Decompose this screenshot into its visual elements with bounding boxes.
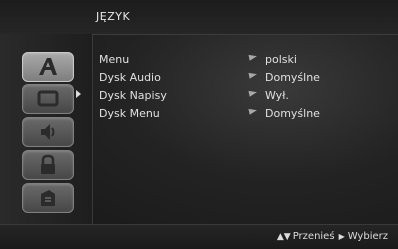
other-icon (41, 190, 55, 206)
pointer-arrow-icon (248, 53, 258, 61)
option-row-disc-audio[interactable]: Dysk Audio Domyślne (93, 68, 398, 86)
help-text: ▲▼ Przenieś ▶ Wybierz (277, 231, 388, 242)
option-row-disc-subtitles[interactable]: Dysk Napisy Wył. (93, 86, 398, 104)
help-bar: ▲▼ Przenieś ▶ Wybierz (0, 224, 398, 249)
up-down-icon: ▲▼ (276, 232, 291, 242)
option-label: Dysk Menu (99, 107, 160, 120)
option-value: Wył. (265, 89, 289, 102)
move-label: Przenieś (292, 231, 335, 242)
audio-icon (41, 124, 55, 140)
pointer-arrow-icon (248, 89, 258, 97)
title-bar: JĘZYK (0, 0, 398, 35)
tab-audio[interactable] (22, 117, 74, 147)
option-value: Domyślne (265, 107, 320, 120)
pointer-arrow-icon (248, 107, 258, 115)
tab-lock[interactable] (22, 150, 74, 180)
language-icon (39, 58, 57, 75)
category-rail (0, 34, 93, 224)
tab-language[interactable] (22, 52, 74, 82)
option-label: Menu (99, 53, 130, 66)
option-label: Dysk Audio (99, 71, 161, 84)
option-row-menu[interactable]: Menu polski (93, 50, 398, 68)
select-label: Wybierz (347, 231, 388, 242)
option-value: Domyślne (265, 71, 320, 84)
tab-other[interactable] (22, 183, 74, 213)
dvd-setup-screen: JĘZYK Menu polski Dysk Audio Domyślne Dy… (0, 0, 398, 249)
options-panel: Menu polski Dysk Audio Domyślne Dysk Nap… (93, 34, 398, 224)
display-icon (37, 90, 59, 107)
pointer-arrow-icon (248, 71, 258, 79)
page-title: JĘZYK (96, 10, 131, 23)
option-value: polski (265, 53, 297, 66)
option-row-disc-menu[interactable]: Dysk Menu Domyślne (93, 104, 398, 122)
tab-display[interactable] (22, 84, 74, 114)
active-tab-arrow-icon (76, 90, 81, 98)
option-label: Dysk Napisy (99, 89, 167, 102)
right-arrow-icon: ▶ (338, 232, 345, 241)
lock-icon (41, 154, 55, 174)
